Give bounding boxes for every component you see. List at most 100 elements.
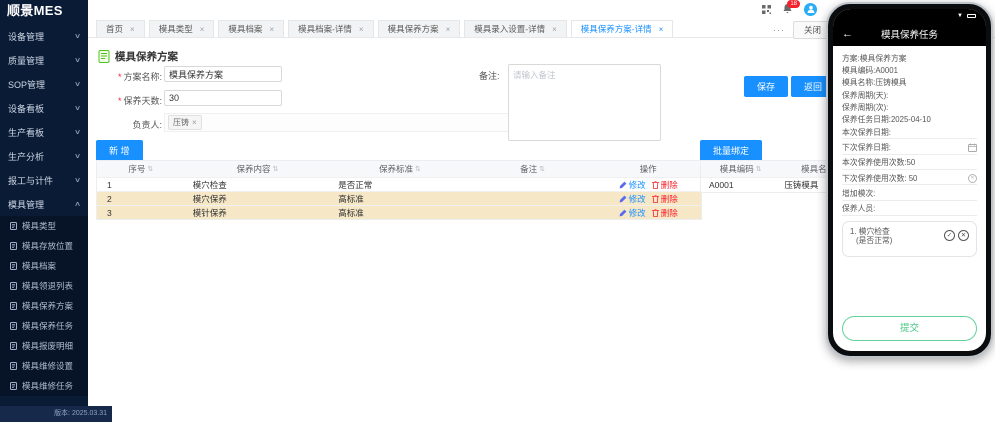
phone-screen: ▼ ← 模具保养任务 方案:模具保养方案 ✕ xyxy=(833,9,986,351)
sidebar-submenu-item[interactable]: 模具保养任务 xyxy=(0,316,88,336)
app-logo: 顺景MES xyxy=(0,0,88,22)
column-header[interactable]: 保养内容 ⇅ xyxy=(185,161,331,177)
clear-icon[interactable]: ✕ xyxy=(968,174,977,183)
sidebar-menu-item[interactable]: 生产看板 ∨ xyxy=(0,120,88,144)
tag-remove-icon[interactable]: × xyxy=(192,118,197,127)
phone-header: ← 模具保养任务 xyxy=(833,22,986,46)
close-icon[interactable]: × xyxy=(659,25,664,34)
save-button[interactable]: 保存 xyxy=(744,76,788,97)
qr-code-icon[interactable] xyxy=(762,5,771,14)
sidebar-submenu-label: 模具维修任务 xyxy=(22,380,73,392)
close-icon[interactable]: × xyxy=(446,25,451,34)
phone-page-title: 模具保养任务 xyxy=(833,27,986,41)
phone-field-row[interactable]: 增加模次: ✕ xyxy=(842,187,977,200)
phone-field-row[interactable]: 保养周期(天): ✕ xyxy=(842,89,977,101)
batch-bind-button[interactable]: 批量绑定 xyxy=(700,140,762,161)
document-icon xyxy=(10,302,17,310)
cross-icon[interactable]: ✕ xyxy=(958,230,969,241)
phone-field-row[interactable]: 方案:模具保养方案 ✕ xyxy=(842,52,977,64)
column-header[interactable]: 序号 ⇅ xyxy=(97,161,185,177)
sidebar-submenu-item[interactable]: 模具报废明细 xyxy=(0,336,88,356)
phone-field-row[interactable]: 保养周期(次): ✕ xyxy=(842,101,977,113)
close-icon[interactable]: × xyxy=(130,25,135,34)
column-header[interactable]: 保养标准 ⇅ xyxy=(330,161,470,177)
page-tab[interactable]: 模具类型 × xyxy=(149,20,215,37)
cell-remark xyxy=(470,206,596,219)
tab-label: 模具档案-详情 xyxy=(298,23,352,35)
more-tabs-icon[interactable]: ··· xyxy=(773,25,785,35)
cell-actions: 修改 删除 xyxy=(595,206,701,219)
sidebar-menu: 设备管理 ∨ 质量管理 ∨ SOP管理 ∨ 设备看板 ∨ 生产看板 ∨ xyxy=(0,24,88,216)
page-tab[interactable]: 模具录入设置-详情 × xyxy=(464,20,567,37)
close-icon[interactable]: × xyxy=(552,25,557,34)
column-header[interactable]: 操作 ⇅ xyxy=(595,161,701,177)
back-arrow-icon[interactable]: ← xyxy=(842,28,853,40)
document-icon xyxy=(10,342,17,350)
version-label: 版本: 2025.03.31 xyxy=(0,406,112,422)
column-header-label: 备注 xyxy=(520,163,537,175)
cell-standard: 高标准 xyxy=(330,192,470,205)
remark-textarea[interactable] xyxy=(508,64,661,141)
calendar-icon[interactable] xyxy=(968,143,977,152)
sidebar-menu-item[interactable]: 设备看板 ∨ xyxy=(0,96,88,120)
sidebar-submenu-item[interactable]: 模具存放位置 xyxy=(0,236,88,256)
sidebar-submenu-item[interactable]: 模具维修任务 xyxy=(0,376,88,396)
sidebar-submenu-label: 模具保养方案 xyxy=(22,300,73,312)
phone-field-row[interactable]: 保养任务日期:2025-04-10 ✕ xyxy=(842,114,977,126)
check-item-controls: ✓ ✕ xyxy=(944,227,969,241)
chevron-down-icon: ∨ xyxy=(74,32,81,40)
phone-field-text: 保养任务日期:2025-04-10 xyxy=(842,115,931,124)
phone-field-row[interactable]: 本次保养使用次数:50 ✕ xyxy=(842,157,977,170)
phone-field-row[interactable]: 模具编码:A0001 ✕ xyxy=(842,64,977,76)
sidebar-menu-item[interactable]: 模具管理 ∨ xyxy=(0,192,88,216)
owner-label: 负责人: xyxy=(98,118,162,131)
sidebar-menu-item[interactable]: 设备管理 ∨ xyxy=(0,24,88,48)
page-tab[interactable]: 模具保养方案 × xyxy=(378,20,461,37)
phone-field-text: 模具名称:压铸模具 xyxy=(842,78,907,87)
check-item-card[interactable]: 1. 模穴检查 (是否正常) ✓ ✕ xyxy=(842,221,977,257)
sidebar-submenu-item[interactable]: 模具维修设置 xyxy=(0,356,88,376)
submit-button[interactable]: 提交 xyxy=(842,316,977,341)
sidebar-submenu-item[interactable]: 模具领退列表 xyxy=(0,276,88,296)
check-icon[interactable]: ✓ xyxy=(944,230,955,241)
sidebar-submenu-item[interactable]: 模具保养方案 xyxy=(0,296,88,316)
sort-icon: ⇅ xyxy=(756,165,762,173)
page-tab[interactable]: 模具档案 × xyxy=(218,20,284,37)
sidebar-submenu-item[interactable]: 模具档案 xyxy=(0,256,88,276)
sidebar-menu-item[interactable]: 质量管理 ∨ xyxy=(0,48,88,72)
sidebar-menu-item[interactable]: SOP管理 ∨ xyxy=(0,72,88,96)
avatar[interactable] xyxy=(804,3,817,16)
sidebar-menu-item[interactable]: 生产分析 ∨ xyxy=(0,144,88,168)
column-header[interactable]: 模具编码 ⇅ xyxy=(701,161,780,177)
edit-link[interactable]: 修改 xyxy=(619,193,646,205)
column-header[interactable]: 备注 ⇅ xyxy=(470,161,596,177)
sidebar-menu-item[interactable]: 报工与计件 ∨ xyxy=(0,168,88,192)
page-tab[interactable]: 模具档案-详情 × xyxy=(288,20,374,37)
phone-field-row[interactable]: 模具名称:压铸模具 ✕ xyxy=(842,77,977,89)
page-tab[interactable]: 模具保养方案-详情 × xyxy=(571,20,674,37)
sidebar-submenu-item[interactable]: 模具类型 xyxy=(0,216,88,236)
column-header-label: 保养内容 xyxy=(237,163,271,175)
notification-bell-icon[interactable]: 18 xyxy=(783,4,792,14)
phone-field-row[interactable]: 下次保养日期: ✕ xyxy=(842,141,977,154)
phone-field-row[interactable]: 下次保养使用次数: 50 ✕ xyxy=(842,172,977,185)
plan-name-input[interactable] xyxy=(164,66,282,82)
close-icon[interactable]: × xyxy=(200,25,205,34)
add-button[interactable]: 新 增 xyxy=(96,140,143,161)
close-icon[interactable]: × xyxy=(269,25,274,34)
phone-field-text: 本次保养使用次数:50 xyxy=(842,158,915,167)
phone-field-row[interactable]: 本次保养日期: ✕ xyxy=(842,126,977,139)
delete-link[interactable]: 删除 xyxy=(652,179,678,191)
phone-field-text: 保养周期(次): xyxy=(842,103,888,112)
trash-icon xyxy=(652,209,659,217)
delete-link[interactable]: 删除 xyxy=(652,207,678,219)
close-icon[interactable]: × xyxy=(359,25,364,34)
phone-field-row[interactable]: 保养人员: ✕ xyxy=(842,203,977,216)
page-tab[interactable]: 首页 × xyxy=(96,20,145,37)
edit-link[interactable]: 修改 xyxy=(619,179,646,191)
cell-mold-code: A0001 xyxy=(701,178,780,192)
cell-content: 模穴检查 xyxy=(185,178,331,191)
delete-link[interactable]: 删除 xyxy=(652,193,678,205)
days-input[interactable] xyxy=(164,90,282,106)
edit-link[interactable]: 修改 xyxy=(619,207,646,219)
